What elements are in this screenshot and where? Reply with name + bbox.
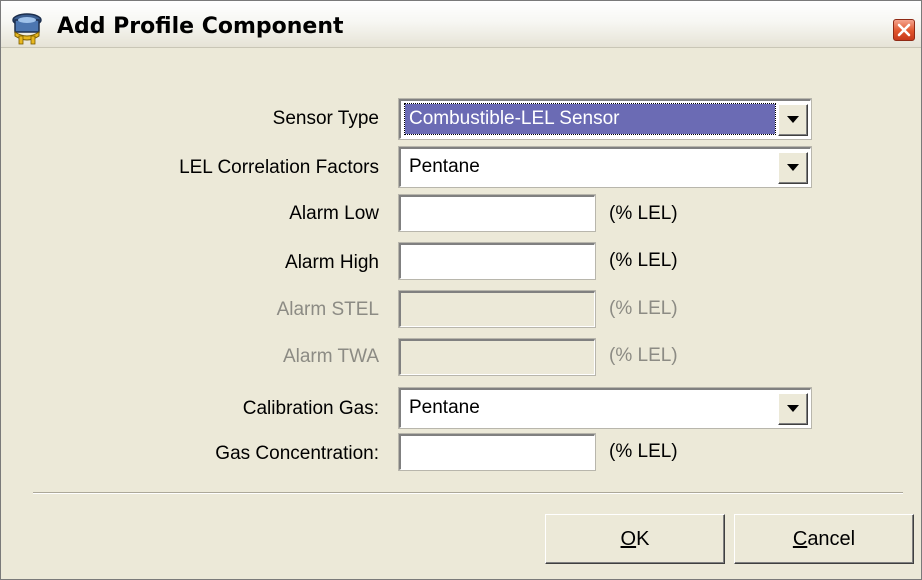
sensor-type-value: Combustible-LEL Sensor (404, 103, 776, 135)
title-bar[interactable]: Add Profile Component (1, 1, 921, 48)
lel-correlation-label: LEL Correlation Factors (179, 157, 379, 178)
chevron-down-icon (787, 164, 799, 171)
sensor-type-label: Sensor Type (272, 108, 379, 129)
gas-concentration-label: Gas Concentration: (215, 443, 379, 464)
calibration-gas-label: Calibration Gas: (242, 398, 379, 419)
ok-button-label-rest: K (636, 528, 650, 550)
calibration-gas-value: Pentane (409, 397, 480, 418)
alarm-high-input[interactable] (398, 242, 596, 280)
chevron-down-icon (787, 405, 799, 412)
close-button[interactable] (893, 19, 915, 41)
lel-correlation-dropdown-button[interactable] (778, 152, 808, 184)
close-icon (897, 23, 911, 37)
cancel-button-label-rest: ancel (807, 528, 856, 550)
alarm-low-unit: (% LEL) (609, 203, 678, 224)
gas-concentration-unit: (% LEL) (609, 441, 678, 462)
sensor-app-icon (9, 12, 49, 46)
alarm-stel-label: Alarm STEL (276, 299, 379, 320)
calibration-gas-dropdown-button[interactable] (778, 393, 808, 425)
cancel-button-mnemonic: C (792, 528, 808, 550)
alarm-stel-input (398, 290, 596, 328)
calibration-gas-dropdown[interactable]: Pentane (398, 387, 812, 429)
alarm-low-input[interactable] (398, 194, 596, 232)
alarm-twa-unit: (% LEL) (609, 345, 678, 366)
alarm-high-unit: (% LEL) (609, 250, 678, 271)
alarm-low-label: Alarm Low (289, 203, 379, 224)
ok-button[interactable]: OK (545, 514, 725, 564)
alarm-stel-unit: (% LEL) (609, 298, 678, 319)
separator (33, 492, 903, 494)
gas-concentration-input[interactable] (398, 433, 596, 471)
ok-button-mnemonic: O (620, 528, 637, 550)
cancel-button[interactable]: Cancel (734, 514, 914, 564)
alarm-twa-label: Alarm TWA (282, 346, 379, 367)
chevron-down-icon (787, 116, 799, 123)
sensor-type-dropdown[interactable]: Combustible-LEL Sensor (398, 98, 812, 140)
lel-correlation-dropdown[interactable]: Pentane (398, 146, 812, 188)
alarm-twa-input (398, 338, 596, 376)
add-profile-component-dialog: Add Profile Component Sensor Type Combus… (0, 0, 922, 580)
sensor-type-dropdown-button[interactable] (778, 104, 808, 136)
lel-correlation-value: Pentane (409, 156, 480, 177)
alarm-high-label: Alarm High (285, 252, 379, 273)
dialog-title: Add Profile Component (57, 14, 344, 39)
